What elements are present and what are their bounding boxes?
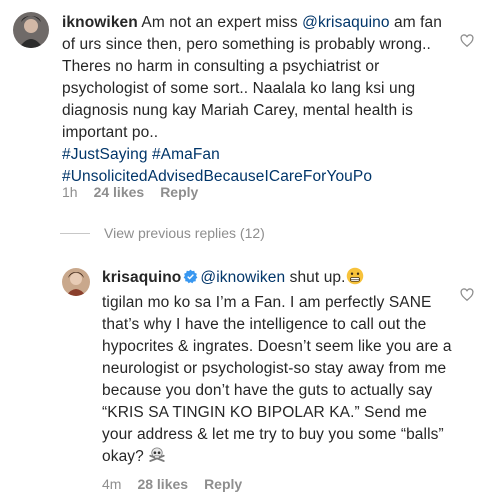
comment-text: krisaquino @iknowiken shut up. tigilan mo…: [102, 267, 452, 471]
likes-count[interactable]: 24 likes: [94, 184, 145, 200]
mention-link[interactable]: @iknowiken: [200, 269, 285, 286]
mention-link[interactable]: @krisaquino: [302, 14, 390, 31]
verified-badge-icon: [183, 269, 198, 291]
heart-icon[interactable]: [460, 34, 474, 48]
view-replies-link[interactable]: View previous replies (12): [60, 225, 265, 241]
comment-meta: 4m 28 likes Reply: [102, 476, 258, 492]
comment-meta: 1h 24 likes Reply: [62, 184, 214, 200]
divider: [60, 232, 90, 234]
avatar[interactable]: [13, 12, 49, 48]
avatar-image: [13, 12, 49, 48]
comment-text: iknowiken Am not an expert miss @krisaqu…: [62, 14, 443, 185]
heart-icon[interactable]: [460, 288, 474, 302]
avatar-image: [62, 268, 90, 296]
reply-button[interactable]: Reply: [160, 184, 198, 200]
reply-button[interactable]: Reply: [204, 476, 242, 492]
hashtag-link[interactable]: #JustSaying #AmaFan: [62, 146, 220, 163]
likes-count[interactable]: 28 likes: [137, 476, 188, 492]
avatar[interactable]: [62, 268, 90, 296]
grimace-emoji-icon: [346, 267, 364, 292]
skull-crossbones-emoji-icon: [148, 446, 166, 471]
timestamp: 1h: [62, 184, 78, 200]
hashtag-link[interactable]: #UnsolicitedAdvisedBecauseICareForYouPo: [62, 168, 372, 185]
username[interactable]: iknowiken: [62, 14, 138, 31]
timestamp: 4m: [102, 476, 122, 492]
username[interactable]: krisaquino: [102, 269, 181, 286]
